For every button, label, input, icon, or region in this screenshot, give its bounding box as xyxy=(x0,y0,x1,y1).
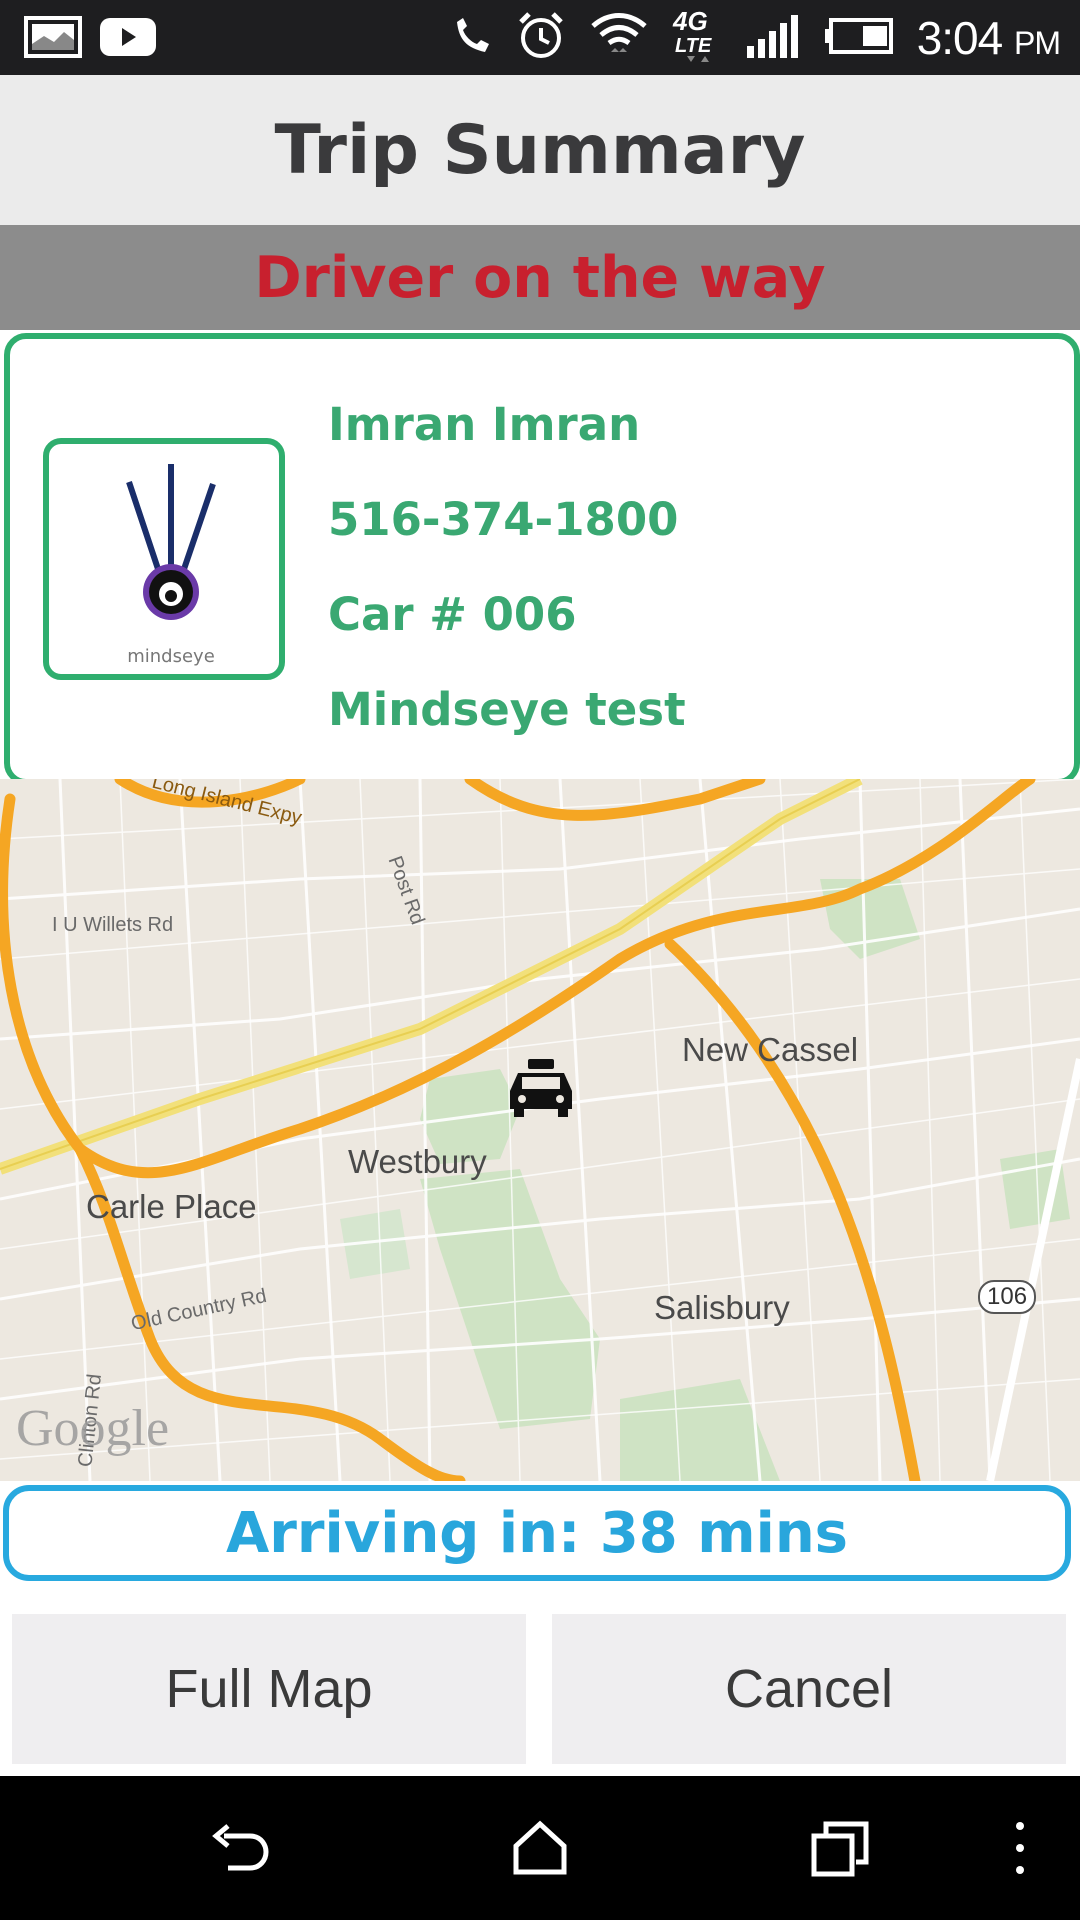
svg-text:mindseye: mindseye xyxy=(127,646,215,667)
eta-box: Arriving in: 38 mins xyxy=(3,1485,1071,1581)
recent-apps-icon[interactable] xyxy=(810,1818,870,1878)
alarm-icon xyxy=(515,10,567,66)
eta-text: Arriving in: 38 mins xyxy=(225,1500,849,1566)
back-icon[interactable] xyxy=(210,1818,270,1878)
battery-icon xyxy=(823,16,895,60)
place-label: New Cassel xyxy=(682,1031,859,1068)
svg-text:LTE: LTE xyxy=(675,35,712,57)
wifi-icon xyxy=(589,8,649,68)
driver-phone[interactable]: 516-374-1800 xyxy=(328,472,686,567)
route-shield: 106 xyxy=(978,1280,1037,1314)
driver-info: Imran Imran 516-374-1800 Car # 006 Minds… xyxy=(328,377,686,757)
road-label: I U Willets Rd xyxy=(52,914,174,936)
home-icon[interactable] xyxy=(510,1818,570,1878)
signal-icon xyxy=(745,12,801,64)
status-banner: Driver on the way xyxy=(0,225,1080,330)
google-attribution: Google xyxy=(16,1400,170,1457)
map-canvas xyxy=(0,779,1080,1481)
page-title: Trip Summary xyxy=(274,110,806,190)
phone-icon xyxy=(449,14,493,62)
overflow-menu-icon[interactable] xyxy=(1000,1818,1040,1878)
place-label: Carle Place xyxy=(86,1188,257,1225)
svg-text:4G: 4G xyxy=(672,6,708,36)
place-label: Westbury xyxy=(348,1143,487,1180)
mindseye-logo: mindseye xyxy=(126,464,216,667)
map-view[interactable]: Long Island Expy Post Rd I U Willets Rd … xyxy=(0,779,1080,1481)
cancel-button[interactable]: Cancel xyxy=(552,1614,1066,1764)
company-name: Mindseye test xyxy=(328,683,686,736)
trip-status-text: Driver on the way xyxy=(254,244,826,311)
gallery-icon xyxy=(24,14,84,64)
driver-photo: mindseye xyxy=(43,438,285,680)
taxi-icon xyxy=(510,1059,572,1117)
clock: 3:04 PM xyxy=(916,11,1061,64)
navigation-bar xyxy=(0,1776,1080,1920)
lte-icon: 4G LTE xyxy=(671,6,723,70)
status-bar: 4G LTE 3:04 PM xyxy=(0,0,1080,75)
driver-card: mindseye Imran Imran 516-374-1800 Car # … xyxy=(4,333,1080,785)
car-number: Car # 006 xyxy=(328,588,577,641)
full-map-button[interactable]: Full Map xyxy=(12,1614,526,1764)
place-label: Salisbury xyxy=(654,1289,790,1326)
header: Trip Summary xyxy=(0,75,1080,225)
youtube-icon xyxy=(98,14,158,64)
driver-name: Imran Imran xyxy=(328,398,641,451)
